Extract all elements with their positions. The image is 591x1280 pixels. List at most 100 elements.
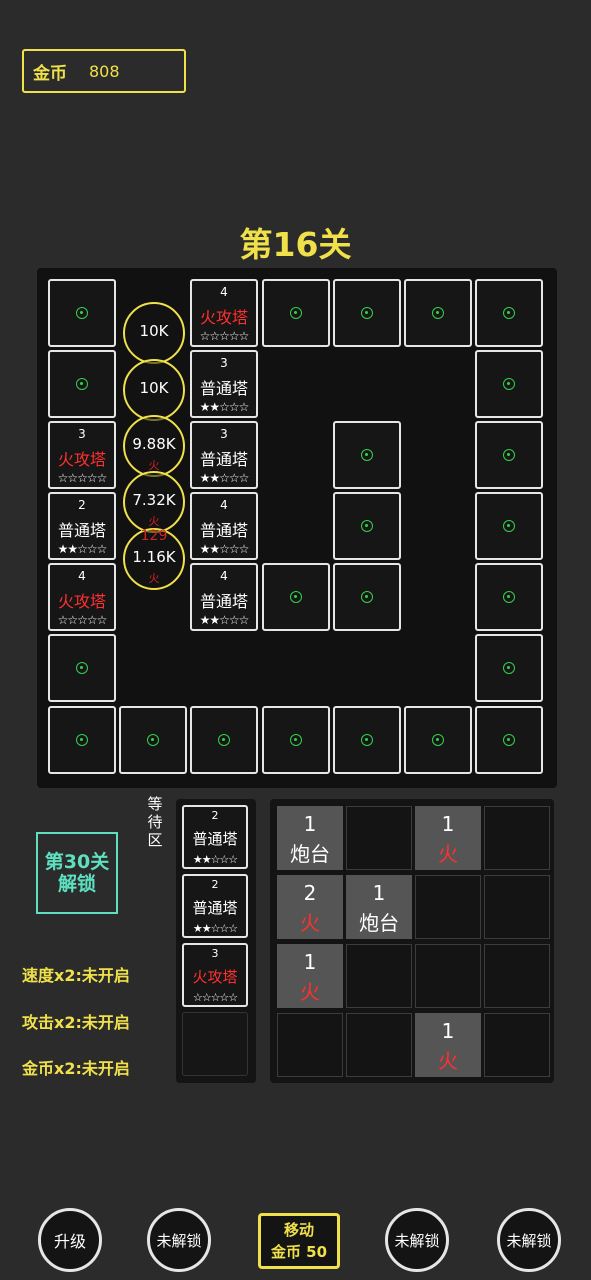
coin-label: 金币 (33, 63, 67, 84)
shop-item[interactable]: 1 炮台 (346, 875, 412, 939)
target-icon (76, 307, 88, 319)
tower-stars: ★★☆☆☆ (192, 922, 238, 935)
shop-slot-empty (346, 944, 412, 1008)
empty-tower-slot[interactable] (119, 706, 187, 774)
shop-item-count: 2 (303, 881, 317, 905)
shop-item[interactable]: 1 炮台 (277, 806, 343, 870)
empty-tower-slot[interactable] (475, 492, 543, 560)
waiting-slot-empty[interactable] (182, 1012, 248, 1076)
empty-tower-slot[interactable] (475, 563, 543, 631)
board-tower[interactable]: 3 火攻塔 ☆☆☆☆☆ (48, 421, 116, 489)
upgrade-button[interactable]: 升级 (38, 1208, 102, 1272)
tower-level: 2 (78, 498, 86, 512)
target-icon (503, 307, 515, 319)
tower-level: 4 (220, 569, 228, 583)
empty-tower-slot[interactable] (404, 279, 472, 347)
target-icon (503, 378, 515, 390)
tower-stars: ☆☆☆☆☆ (57, 613, 108, 627)
tower-name: 普通塔 (192, 899, 238, 917)
target-icon (76, 662, 88, 674)
empty-tower-slot[interactable] (48, 279, 116, 347)
unlock-level-box: 第30关 解锁 (36, 832, 118, 914)
tower-name: 普通塔 (199, 450, 248, 469)
empty-tower-slot[interactable] (333, 279, 401, 347)
tower-stars: ★★☆☆☆ (199, 613, 250, 627)
target-icon (218, 734, 230, 746)
tower-name: 普通塔 (192, 830, 238, 848)
move-label: 移动 (283, 1221, 314, 1239)
tower-stars: ☆☆☆☆☆ (199, 329, 250, 343)
empty-tower-slot[interactable] (262, 706, 330, 774)
enemy-unit: 7.32K 火 (123, 471, 185, 533)
empty-tower-slot[interactable] (333, 563, 401, 631)
empty-tower-slot[interactable] (475, 706, 543, 774)
empty-tower-slot[interactable] (48, 350, 116, 418)
tower-level: 2 (211, 809, 219, 822)
tower-stars: ☆☆☆☆☆ (192, 991, 238, 1004)
waiting-tower[interactable]: 3 火攻塔 ☆☆☆☆☆ (182, 943, 248, 1007)
waiting-tower[interactable]: 2 普通塔 ★★☆☆☆ (182, 874, 248, 938)
shop-item-count: 1 (441, 812, 455, 836)
empty-tower-slot[interactable] (475, 350, 543, 418)
tower-stars: ★★☆☆☆ (199, 400, 250, 414)
burn-status: 火 (148, 572, 160, 585)
shop-item[interactable]: 1火 (415, 806, 481, 870)
target-icon (503, 662, 515, 674)
shop-item-type: 火 (438, 842, 458, 866)
board-tower[interactable]: 4 普通塔 ★★☆☆☆ (190, 563, 258, 631)
empty-tower-slot[interactable] (48, 706, 116, 774)
move-button[interactable]: 移动 金币 50 (258, 1213, 340, 1269)
shop-slot-empty (484, 806, 550, 870)
board-tower[interactable]: 4 火攻塔 ☆☆☆☆☆ (48, 563, 116, 631)
enemy-hp: 1.16K (132, 548, 176, 566)
enemy-unit: 10K (123, 359, 185, 421)
target-icon (361, 449, 373, 461)
target-icon (503, 734, 515, 746)
empty-tower-slot[interactable] (48, 634, 116, 702)
shop-item[interactable]: 1火 (277, 944, 343, 1008)
shop-item[interactable]: 1火 (415, 1013, 481, 1077)
target-icon (290, 591, 302, 603)
target-icon (503, 591, 515, 603)
tower-stars: ★★☆☆☆ (57, 542, 108, 556)
target-icon (147, 734, 159, 746)
enemy-hp: 10K (139, 322, 169, 340)
tower-level: 3 (220, 427, 228, 441)
empty-tower-slot[interactable] (475, 634, 543, 702)
target-icon (290, 734, 302, 746)
shop-slot-empty (277, 1013, 343, 1077)
tower-name: 普通塔 (199, 592, 248, 611)
coin-counter: 金币 808 (22, 49, 186, 93)
locked-button-1[interactable]: 未解锁 (147, 1208, 211, 1272)
shop-item-type: 炮台 (359, 911, 399, 935)
empty-tower-slot[interactable] (262, 563, 330, 631)
board-tower[interactable]: 2 普通塔 ★★☆☆☆ (48, 492, 116, 560)
empty-tower-slot[interactable] (333, 706, 401, 774)
empty-tower-slot[interactable] (333, 492, 401, 560)
target-icon (361, 307, 373, 319)
empty-tower-slot[interactable] (262, 279, 330, 347)
board-tower[interactable]: 3 普通塔 ★★☆☆☆ (190, 350, 258, 418)
tower-name: 普通塔 (57, 521, 106, 540)
board-tower[interactable]: 4 火攻塔 ☆☆☆☆☆ (190, 279, 258, 347)
shop-item-type: 火 (300, 911, 320, 935)
waiting-tower[interactable]: 2 普通塔 ★★☆☆☆ (182, 805, 248, 869)
locked-button-2[interactable]: 未解锁 (385, 1208, 449, 1272)
shop-item[interactable]: 2火 (277, 875, 343, 939)
tower-name: 普通塔 (199, 521, 248, 540)
tower-level: 2 (211, 878, 219, 891)
shop-item-count: 1 (441, 1019, 455, 1043)
board-tower[interactable]: 4 普通塔 ★★☆☆☆ (190, 492, 258, 560)
empty-tower-slot[interactable] (190, 706, 258, 774)
empty-tower-slot[interactable] (475, 421, 543, 489)
locked-button-3[interactable]: 未解锁 (497, 1208, 561, 1272)
tower-level: 3 (220, 356, 228, 370)
waiting-area: 2 普通塔 ★★☆☆☆ 2 普通塔 ★★☆☆☆ 3 火攻塔 ☆☆☆☆☆ (176, 799, 256, 1083)
empty-tower-slot[interactable] (333, 421, 401, 489)
empty-tower-slot[interactable] (475, 279, 543, 347)
target-icon (76, 734, 88, 746)
damage-number: 129 (140, 528, 168, 544)
board-tower[interactable]: 3 普通塔 ★★☆☆☆ (190, 421, 258, 489)
empty-tower-slot[interactable] (404, 706, 472, 774)
shop-item-count: 1 (303, 950, 317, 974)
